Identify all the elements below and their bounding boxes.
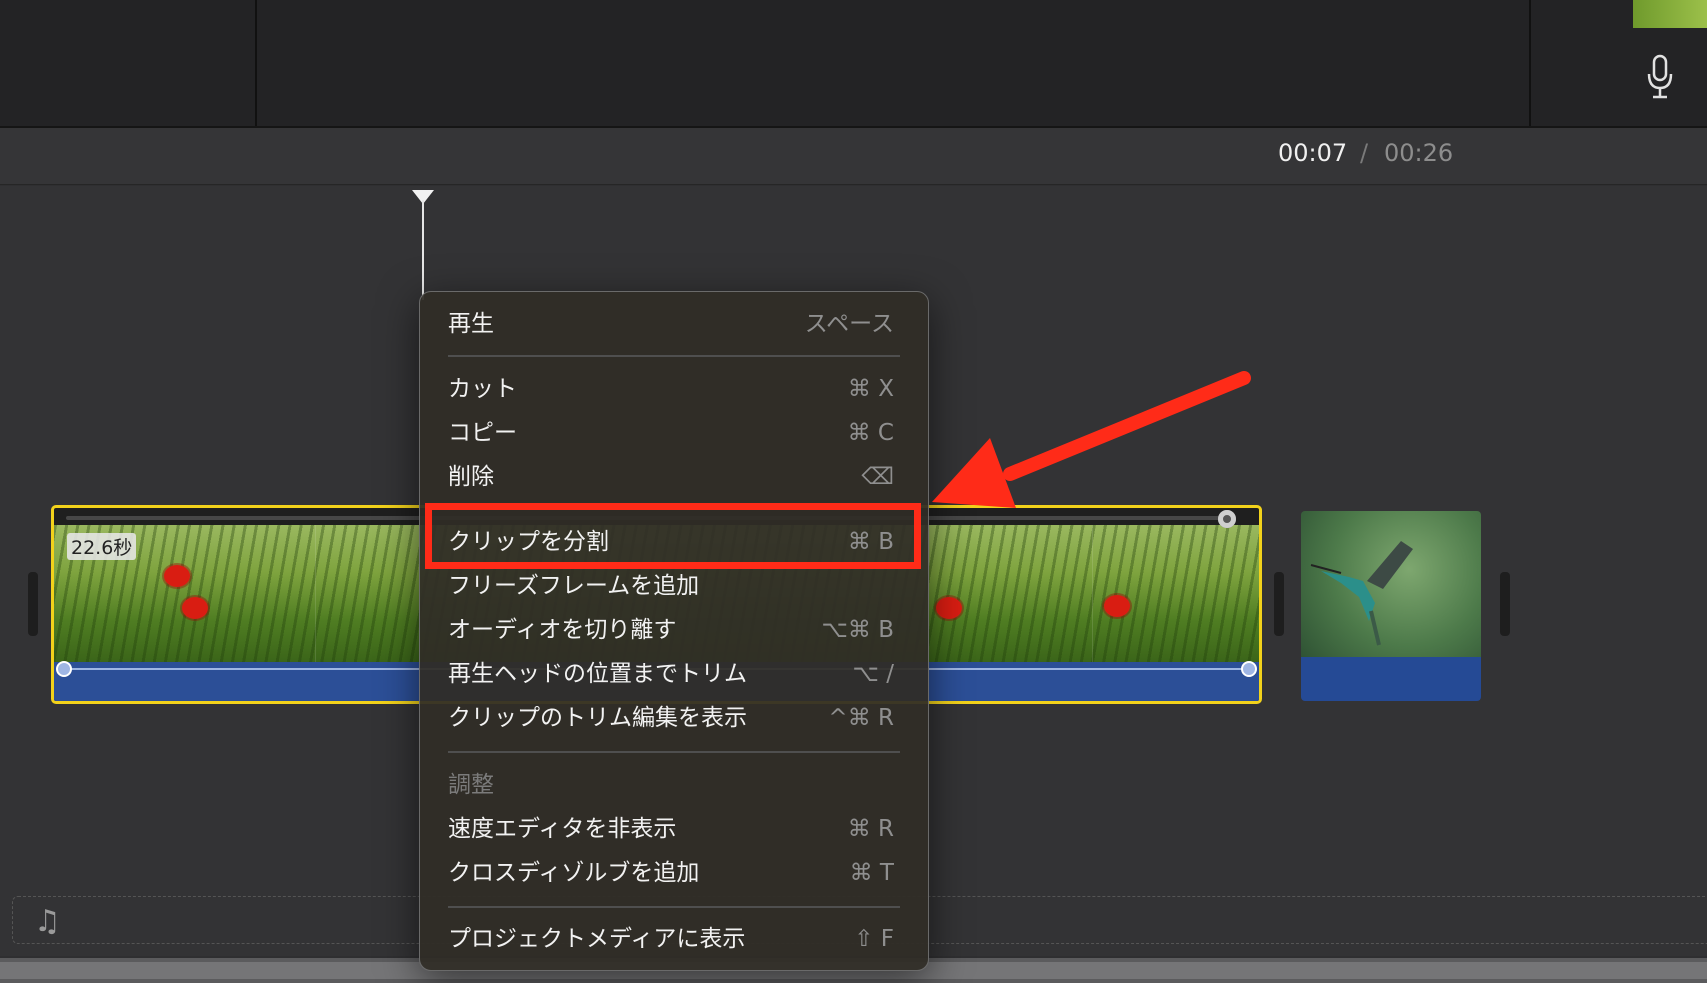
menu-item-label: オーディオを切り離す bbox=[448, 617, 677, 643]
current-time: 00:07 bbox=[1278, 139, 1348, 167]
time-separator: / bbox=[1360, 139, 1369, 167]
menu-item-add-freeze-frame[interactable]: フリーズフレームを追加 bbox=[448, 566, 900, 606]
menu-item-shortcut: ⌘ R bbox=[847, 816, 894, 842]
menu-item-label: カット bbox=[448, 376, 517, 402]
menu-item-reveal-in-project-media[interactable]: プロジェクトメディアに表示 ⇧ F bbox=[448, 919, 900, 959]
menu-item-detach-audio[interactable]: オーディオを切り離す ⌥⌘ B bbox=[448, 610, 900, 650]
clip-context-menu: 再生 スペース カット ⌘ X コピー ⌘ C 削除 ⌫ クリップを分割 ⌘ B… bbox=[419, 291, 929, 971]
top-panel bbox=[0, 0, 1707, 128]
clip-trim-handle[interactable] bbox=[1500, 572, 1510, 636]
volume-keyframe[interactable] bbox=[56, 661, 72, 677]
clip-audio-waveform[interactable] bbox=[1301, 657, 1481, 701]
menu-item-label: プロジェクトメディアに表示 bbox=[448, 926, 746, 952]
panel-divider bbox=[255, 0, 257, 126]
menu-item-shortcut: ⇧ F bbox=[854, 926, 894, 952]
menu-item-label: クロスディゾルブを追加 bbox=[448, 860, 700, 886]
music-note-icon: ♫ bbox=[34, 904, 61, 939]
menu-item-label: 削除 bbox=[448, 464, 494, 490]
menu-item-shortcut: ^⌘ R bbox=[828, 705, 894, 731]
menu-item-shortcut: ⌥⌘ B bbox=[821, 617, 894, 643]
panel-divider bbox=[1529, 0, 1531, 126]
menu-item-label: コピー bbox=[448, 420, 517, 446]
hummingbird-thumbnail bbox=[1310, 541, 1413, 646]
delete-key-icon: ⌫ bbox=[861, 464, 894, 490]
menu-item-shortcut: ⌘ T bbox=[849, 860, 894, 886]
menu-item-play[interactable]: 再生 スペース bbox=[448, 304, 900, 344]
menu-item-cut[interactable]: カット ⌘ X bbox=[448, 369, 900, 409]
menu-item-add-cross-dissolve[interactable]: クロスディゾルブを追加 ⌘ T bbox=[448, 853, 900, 893]
video-clip-hummingbird[interactable] bbox=[1301, 511, 1481, 701]
menu-item-shortcut: スペース bbox=[804, 311, 894, 337]
menu-section-label: 調整 bbox=[448, 772, 494, 798]
menu-item-trim-to-playhead[interactable]: 再生ヘッドの位置までトリム ⌥ / bbox=[448, 654, 900, 694]
menu-item-label: 再生 bbox=[448, 311, 494, 337]
menu-item-label: フリーズフレームを追加 bbox=[448, 573, 700, 599]
menu-item-shortcut: ⌥ / bbox=[852, 661, 894, 687]
menu-item-copy[interactable]: コピー ⌘ C bbox=[448, 413, 900, 453]
menu-section-header-adjust: 調整 bbox=[448, 765, 900, 805]
menu-item-delete[interactable]: 削除 ⌫ bbox=[448, 457, 900, 497]
viewer-thumbnail bbox=[1633, 0, 1707, 28]
menu-item-shortcut: ⌘ C bbox=[847, 420, 894, 446]
menu-item-show-clip-trimmer[interactable]: クリップのトリム編集を表示 ^⌘ R bbox=[448, 698, 900, 738]
menu-separator bbox=[448, 906, 900, 908]
menu-separator bbox=[448, 355, 900, 357]
clip-duration-badge: 22.6秒 bbox=[67, 533, 137, 560]
total-time: 00:26 bbox=[1384, 139, 1454, 167]
clip-trim-handle[interactable] bbox=[1274, 572, 1284, 636]
menu-item-label: 再生ヘッドの位置までトリム bbox=[448, 661, 747, 687]
clip-filmstrip bbox=[1301, 511, 1481, 657]
menu-item-label: クリップのトリム編集を表示 bbox=[448, 705, 747, 731]
volume-keyframe[interactable] bbox=[1241, 661, 1257, 677]
menu-item-label: 速度エディタを非表示 bbox=[448, 816, 677, 842]
speed-handle[interactable] bbox=[1218, 510, 1236, 528]
playhead[interactable] bbox=[422, 200, 424, 300]
menu-item-hide-speed-editor[interactable]: 速度エディタを非表示 ⌘ R bbox=[448, 809, 900, 849]
menu-separator bbox=[448, 751, 900, 753]
highlight-box-annotation bbox=[425, 503, 921, 569]
microphone-icon[interactable] bbox=[1645, 54, 1675, 100]
clip-trim-handle[interactable] bbox=[28, 572, 38, 636]
menu-item-shortcut: ⌘ X bbox=[847, 376, 894, 402]
